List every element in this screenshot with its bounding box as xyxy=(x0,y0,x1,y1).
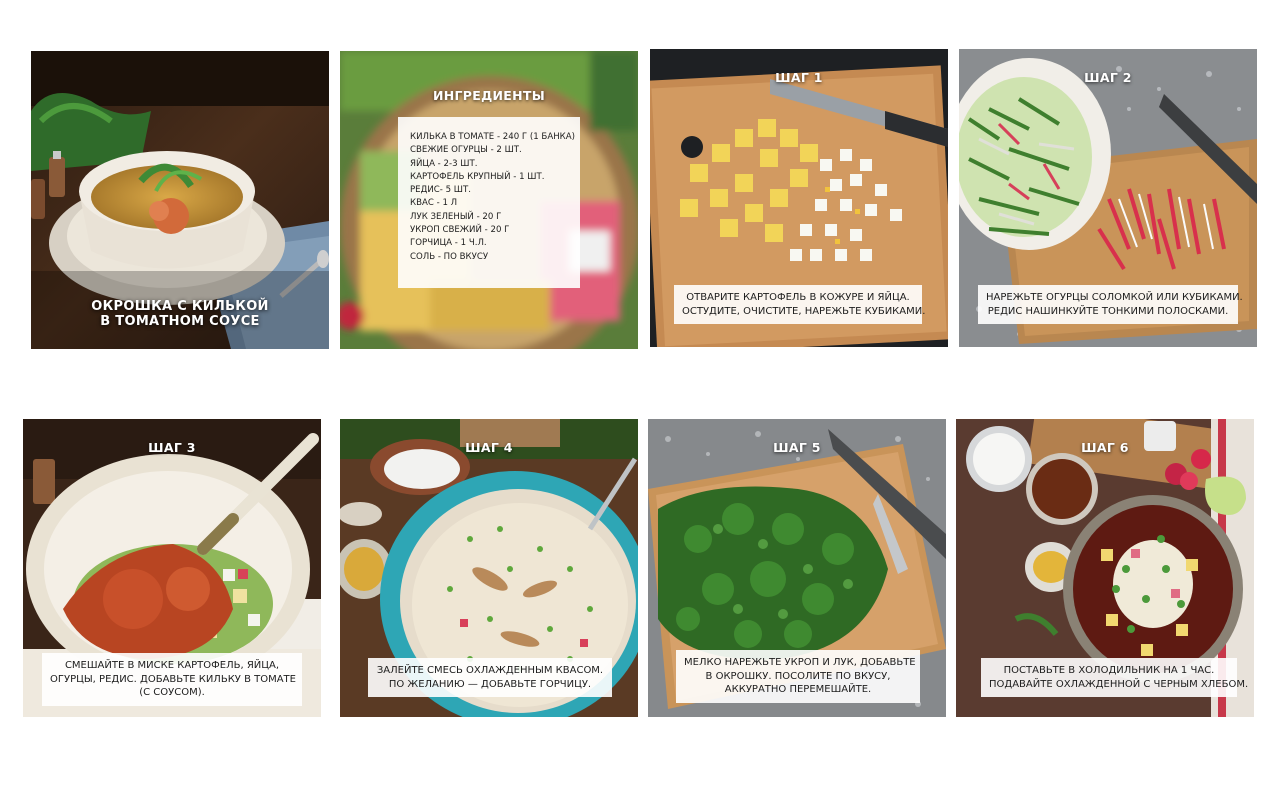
step-3-caption-line: ОГУРЦЫ, РЕДИС. ДОБАВЬТЕ КИЛЬКУ В ТОМАТЕ xyxy=(50,673,296,685)
ingredient-item: СВЕЖИЕ ОГУРЦЫ - 2 ШТ. xyxy=(410,145,522,156)
step-6-caption: ПОСТАВЬТЕ В ХОЛОДИЛЬНИК НА 1 ЧАС. ПОДАВА… xyxy=(981,658,1249,697)
step-3-card: ШАГ 3 СМЕШАЙТЕ В МИСКЕ КАРТОФЕЛЬ, ЯЙЦА, … xyxy=(23,419,321,717)
step-2-caption-line: НАРЕЖЬТЕ ОГУРЦЫ СОЛОМКОЙ ИЛИ КУБИКАМИ. xyxy=(986,292,1243,303)
step-1-card: ШАГ 1 ОТВАРИТЕ КАРТОФЕЛЬ В КОЖУРЕ И ЯЙЦА… xyxy=(650,49,948,347)
ingredients-title: ИНГРЕДИЕНТЫ xyxy=(433,88,545,103)
step-5-caption-line: АККУРАТНО ПЕРЕМЕШАЙТЕ. xyxy=(724,684,872,695)
step-4-caption: ЗАЛЕЙТЕ СМЕСЬ ОХЛАЖДЕННЫМ КВАСОМ. ПО ЖЕЛ… xyxy=(368,658,612,697)
step-2-title: ШАГ 2 xyxy=(1084,70,1132,85)
ingredient-item: ЛУК ЗЕЛЕНЫЙ - 20 Г xyxy=(410,211,502,222)
step-5-title: ШАГ 5 xyxy=(773,440,821,455)
step-5-card: ШАГ 5 МЕЛКО НАРЕЖЬТЕ УКРОП И ЛУК, ДОБАВЬ… xyxy=(648,419,946,717)
ingredients-card: ИНГРЕДИЕНТЫ КИЛЬКА В ТОМАТЕ - 240 Г (1 Б… xyxy=(340,51,638,349)
ingredient-item: РЕДИС- 5 ШТ. xyxy=(410,185,471,196)
step-4-title: ШАГ 4 xyxy=(465,440,513,455)
step-6-caption-line: ПОСТАВЬТЕ В ХОЛОДИЛЬНИК НА 1 ЧАС. xyxy=(1003,665,1215,676)
cover-card: ОКРОШКА С КИЛЬКОЙ В ТОМАТНОМ СОУСЕ xyxy=(31,51,329,349)
recipe-title: ОКРОШКА С КИЛЬКОЙ В ТОМАТНОМ СОУСЕ xyxy=(31,299,329,329)
ingredient-item: КАРТОФЕЛЬ КРУПНЫЙ - 1 ШТ. xyxy=(410,171,545,182)
ingredients-list: КИЛЬКА В ТОМАТЕ - 240 Г (1 БАНКА) СВЕЖИЕ… xyxy=(398,117,580,288)
ingredient-item: ЯЙЦА - 2-3 ШТ. xyxy=(410,158,478,169)
step-4-card: ШАГ 4 ЗАЛЕЙТЕ СМЕСЬ ОХЛАЖДЕННЫМ КВАСОМ. … xyxy=(340,419,638,717)
step-3-caption-line: СМЕШАЙТЕ В МИСКЕ КАРТОФЕЛЬ, ЯЙЦА, xyxy=(64,660,280,671)
recipe-title-line-1: ОКРОШКА С КИЛЬКОЙ xyxy=(91,299,269,314)
ingredient-item: УКРОП СВЕЖИЙ - 20 Г xyxy=(410,225,510,236)
step-3-caption-line: (С СОУСОМ). xyxy=(139,687,205,698)
step-3-title: ШАГ 3 xyxy=(148,440,196,455)
step-6-caption-line: ПОДАВАЙТЕ ОХЛАЖДЕННОЙ С ЧЕРНЫМ ХЛЕБОМ. xyxy=(989,678,1249,690)
step-1-caption: ОТВАРИТЕ КАРТОФЕЛЬ В КОЖУРЕ И ЯЙЦА. ОСТУ… xyxy=(674,285,926,324)
step-3-caption: СМЕШАЙТЕ В МИСКЕ КАРТОФЕЛЬ, ЯЙЦА, ОГУРЦЫ… xyxy=(42,653,302,706)
step-6-title: ШАГ 6 xyxy=(1081,440,1129,455)
step-2-card: ШАГ 2 НАРЕЖЬТЕ ОГУРЦЫ СОЛОМКОЙ ИЛИ КУБИК… xyxy=(959,49,1257,347)
step-1-title: ШАГ 1 xyxy=(775,70,823,85)
recipe-title-line-2: В ТОМАТНОМ СОУСЕ xyxy=(100,314,260,329)
step-1-caption-line: ОТВАРИТЕ КАРТОФЕЛЬ В КОЖУРЕ И ЯЙЦА. xyxy=(686,292,910,303)
ingredient-item: ГОРЧИЦА - 1 Ч.Л. xyxy=(410,238,487,249)
step-2-caption: НАРЕЖЬТЕ ОГУРЦЫ СОЛОМКОЙ ИЛИ КУБИКАМИ. Р… xyxy=(978,285,1243,324)
ingredient-item: СОЛЬ - ПО ВКУСУ xyxy=(410,251,489,262)
step-4-caption-line: ЗАЛЕЙТЕ СМЕСЬ ОХЛАЖДЕННЫМ КВАСОМ. xyxy=(376,665,604,676)
step-4-caption-line: ПО ЖЕЛАНИЮ — ДОБАВЬТЕ ГОРЧИЦУ. xyxy=(388,678,592,690)
step-2-caption-line: РЕДИС НАШИНКУЙТЕ ТОНКИМИ ПОЛОСКАМИ. xyxy=(987,305,1229,317)
step-6-card: ШАГ 6 ПОСТАВЬТЕ В ХОЛОДИЛЬНИК НА 1 ЧАС. … xyxy=(956,419,1254,717)
ingredient-item: КИЛЬКА В ТОМАТЕ - 240 Г (1 БАНКА) xyxy=(410,132,576,142)
step-5-caption-line: В ОКРОШКУ. ПОСОЛИТЕ ПО ВКУСУ, xyxy=(705,670,891,682)
step-1-caption-line: ОСТУДИТЕ, ОЧИСТИТЕ, НАРЕЖЬТЕ КУБИКАМИ. xyxy=(682,305,926,317)
ingredient-item: КВАС - 1 Л xyxy=(410,198,458,209)
step-5-caption-line: МЕЛКО НАРЕЖЬТЕ УКРОП И ЛУК, ДОБАВЬТЕ xyxy=(684,657,916,668)
step-5-caption: МЕЛКО НАРЕЖЬТЕ УКРОП И ЛУК, ДОБАВЬТЕ В О… xyxy=(676,650,920,703)
